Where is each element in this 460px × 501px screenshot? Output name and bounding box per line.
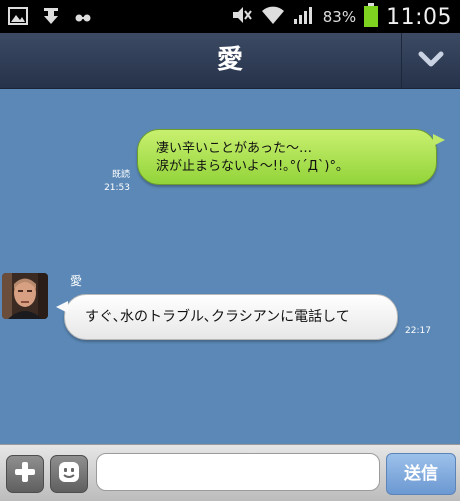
link-icon [74,9,92,28]
wifi-icon [261,5,285,29]
incoming-time: 22:17 [405,326,431,336]
clock-time: 11:05 [386,4,452,30]
message-line: 凄い辛いことがあった～… [156,141,313,156]
sender-avatar[interactable] [2,273,48,319]
status-bar: 83% 11:05 [0,0,460,33]
smiley-icon [57,460,81,488]
signal-icon [293,5,315,29]
plus-icon [14,461,36,487]
message-text: すぐ､水のトラブル､クラシアンに電話して [85,309,350,325]
image-icon [8,7,28,29]
incoming-message-bubble[interactable]: すぐ､水のトラブル､クラシアンに電話して [56,294,398,340]
outgoing-meta: 既読 21:53 [94,169,130,195]
chat-title: 愛 [216,45,243,75]
battery-percent: 83% [322,8,357,26]
sender-name: 愛 [70,274,83,288]
input-bar: 送信 [0,444,460,501]
download-icon [42,6,60,30]
outgoing-time: 21:53 [104,183,130,193]
message-line: 涙が止まらないよ～!!｡°(´Д`)°｡ [156,159,343,174]
outgoing-message-bubble[interactable]: 凄い辛いことがあった～… 涙が止まらないよ～!!｡°(´Д`)°｡ [137,129,445,185]
mute-icon [231,5,253,29]
attach-button[interactable] [6,455,44,493]
sticker-button[interactable] [50,455,88,493]
menu-toggle-button[interactable] [401,33,460,88]
chat-header: 愛 [0,33,460,89]
battery-icon [364,3,379,31]
chat-area[interactable]: 既読 21:53 凄い辛いことがあった～… 涙が止まらないよ～!!｡°(´Д`)… [0,89,460,444]
read-receipt: 既読 [111,170,130,180]
message-input[interactable] [96,453,380,491]
send-button[interactable]: 送信 [386,453,456,495]
chevron-down-icon [418,51,444,71]
